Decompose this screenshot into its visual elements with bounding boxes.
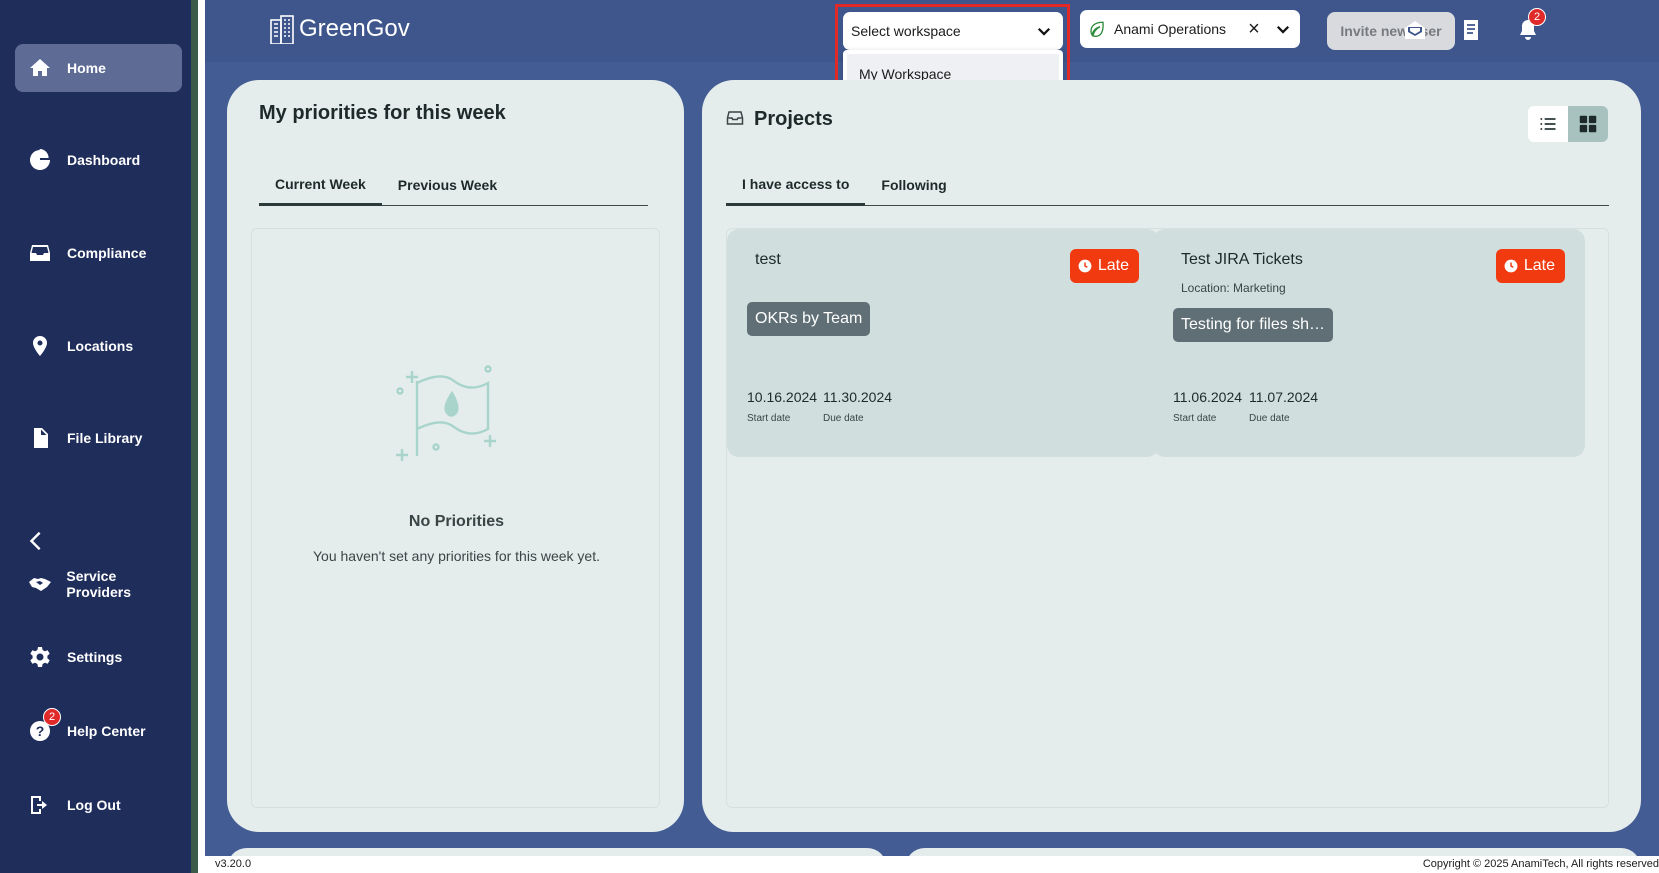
clock-icon xyxy=(1078,259,1092,273)
projects-card: Projects I have access to Following test… xyxy=(702,80,1641,832)
sidebar-item-label: Log Out xyxy=(67,797,121,813)
chevron-down-icon xyxy=(1037,27,1051,36)
chevron-left-icon xyxy=(29,531,41,551)
due-date: 11.30.2024 xyxy=(823,389,893,405)
project-tag: OKRs by Team xyxy=(747,302,871,336)
sidebar-item-label: Dashboard xyxy=(67,152,141,168)
projects-tabs: I have access to Following xyxy=(726,164,1609,206)
organization-name: Anami Operations xyxy=(1114,21,1227,37)
sidebar-item-label: Compliance xyxy=(67,245,147,261)
view-toggle xyxy=(1528,106,1608,142)
svg-text:?: ? xyxy=(36,723,45,739)
sidebar-item-help-center[interactable]: ? 2 Help Center xyxy=(15,707,182,755)
sidebar-item-dashboard[interactable]: Dashboard xyxy=(15,136,182,184)
priorities-title: My priorities for this week xyxy=(259,102,506,124)
empty-state-text: You haven't set any priorities for this … xyxy=(313,548,600,564)
priorities-card: My priorities for this week Current Week… xyxy=(227,80,684,832)
footer: v3.20.0 Copyright © 2025 AnamiTech, All … xyxy=(205,856,1659,873)
app-version: v3.20.0 xyxy=(215,858,252,870)
pie-chart-icon xyxy=(27,147,53,173)
sidebar-item-compliance[interactable]: Compliance xyxy=(15,229,182,277)
status-label: Late xyxy=(1097,257,1129,274)
tab-following[interactable]: Following xyxy=(865,164,962,206)
sidebar-item-label: Locations xyxy=(67,338,134,354)
projects-title: Projects xyxy=(754,108,833,130)
project-name: Test JIRA Tickets xyxy=(1181,251,1303,268)
notifications-button[interactable]: 2 xyxy=(1514,8,1546,44)
mail-button[interactable] xyxy=(1401,16,1429,44)
open-mail-icon xyxy=(1405,21,1425,39)
chevron-down-icon[interactable] xyxy=(1274,20,1292,38)
start-date: 10.16.2024 xyxy=(747,389,818,405)
inbox-icon xyxy=(726,111,744,125)
tab-i-have-access-to[interactable]: I have access to xyxy=(726,164,866,206)
home-icon xyxy=(27,55,53,81)
grid-icon xyxy=(1579,115,1597,133)
sidebar: Home Dashboard Compliance Locations File… xyxy=(0,0,198,873)
sidebar-item-file-library[interactable]: File Library xyxy=(15,414,182,462)
sidebar-item-service-providers[interactable]: Service Providers xyxy=(15,560,182,608)
project-name: test xyxy=(755,251,781,268)
sidebar-item-home[interactable]: Home xyxy=(15,44,182,92)
organization-select[interactable]: Anami Operations × xyxy=(1080,10,1300,48)
invite-user-button[interactable]: Invite new user xyxy=(1327,12,1455,50)
clock-icon xyxy=(1504,259,1518,273)
projects-grid: test Late OKRs by Team 10.16.2024 11.30.… xyxy=(726,228,1609,808)
grid-view-button[interactable] xyxy=(1568,106,1608,142)
document-button[interactable] xyxy=(1457,16,1485,44)
start-date: 11.06.2024 xyxy=(1173,389,1243,405)
sidebar-item-label: File Library xyxy=(67,430,143,446)
project-location: Location: Marketing xyxy=(1181,281,1286,295)
project-card[interactable]: Test JIRA Tickets Location: Marketing La… xyxy=(1153,229,1585,457)
notification-badge: 2 xyxy=(1528,8,1546,26)
clear-organization-button[interactable]: × xyxy=(1244,18,1264,41)
help-badge: 2 xyxy=(43,708,61,726)
sidebar-item-label: Help Center xyxy=(67,723,146,739)
workspace-select[interactable]: Select workspace xyxy=(843,12,1063,50)
main-area: GreenGov Select workspace My Workspace A… xyxy=(205,0,1659,873)
tab-previous-week[interactable]: Previous Week xyxy=(382,164,513,206)
priorities-tabs: Current Week Previous Week xyxy=(259,164,648,206)
app-name: GreenGov xyxy=(299,15,410,42)
building-icon xyxy=(270,15,294,44)
list-view-button[interactable] xyxy=(1528,106,1568,142)
app-logo[interactable]: GreenGov xyxy=(269,14,410,44)
status-badge: Late xyxy=(1495,249,1565,283)
due-date-label: Due date xyxy=(1249,413,1290,424)
copyright-text: Copyright © 2025 AnamiTech, All rights r… xyxy=(1422,858,1659,870)
project-tag: Testing for files sh… xyxy=(1173,308,1333,342)
empty-state-title: No Priorities xyxy=(408,513,505,530)
top-bar: GreenGov Select workspace My Workspace A… xyxy=(205,0,1659,104)
help-icon: ? 2 xyxy=(27,708,61,744)
inbox-icon xyxy=(27,240,53,266)
priorities-empty-state: No Priorities You haven't set any priori… xyxy=(251,228,660,808)
sidebar-item-label: Home xyxy=(67,60,106,76)
location-pin-icon xyxy=(27,333,53,359)
start-date-label: Start date xyxy=(747,413,791,424)
logout-icon xyxy=(27,792,53,818)
gear-icon xyxy=(27,644,53,670)
workspace-select-placeholder: Select workspace xyxy=(851,23,961,39)
project-card[interactable]: test Late OKRs by Team 10.16.2024 11.30.… xyxy=(727,229,1159,457)
status-badge: Late xyxy=(1069,249,1139,283)
document-icon xyxy=(1464,20,1478,40)
sidebar-item-label: Settings xyxy=(67,649,123,665)
due-date-label: Due date xyxy=(823,413,864,424)
flag-icon xyxy=(396,365,496,461)
start-date-label: Start date xyxy=(1173,413,1217,424)
sidebar-item-settings[interactable]: Settings xyxy=(15,633,182,681)
due-date: 11.07.2024 xyxy=(1249,389,1319,405)
collapse-sidebar-button[interactable] xyxy=(24,527,48,555)
list-icon xyxy=(1540,118,1556,130)
handshake-icon xyxy=(27,571,52,597)
sidebar-item-label: Service Providers xyxy=(66,568,131,600)
leaf-icon xyxy=(1090,21,1104,38)
sidebar-item-locations[interactable]: Locations xyxy=(15,322,182,370)
file-icon xyxy=(27,425,53,451)
tab-current-week[interactable]: Current Week xyxy=(259,164,382,206)
status-label: Late xyxy=(1523,257,1555,274)
sidebar-item-log-out[interactable]: Log Out xyxy=(15,781,182,829)
